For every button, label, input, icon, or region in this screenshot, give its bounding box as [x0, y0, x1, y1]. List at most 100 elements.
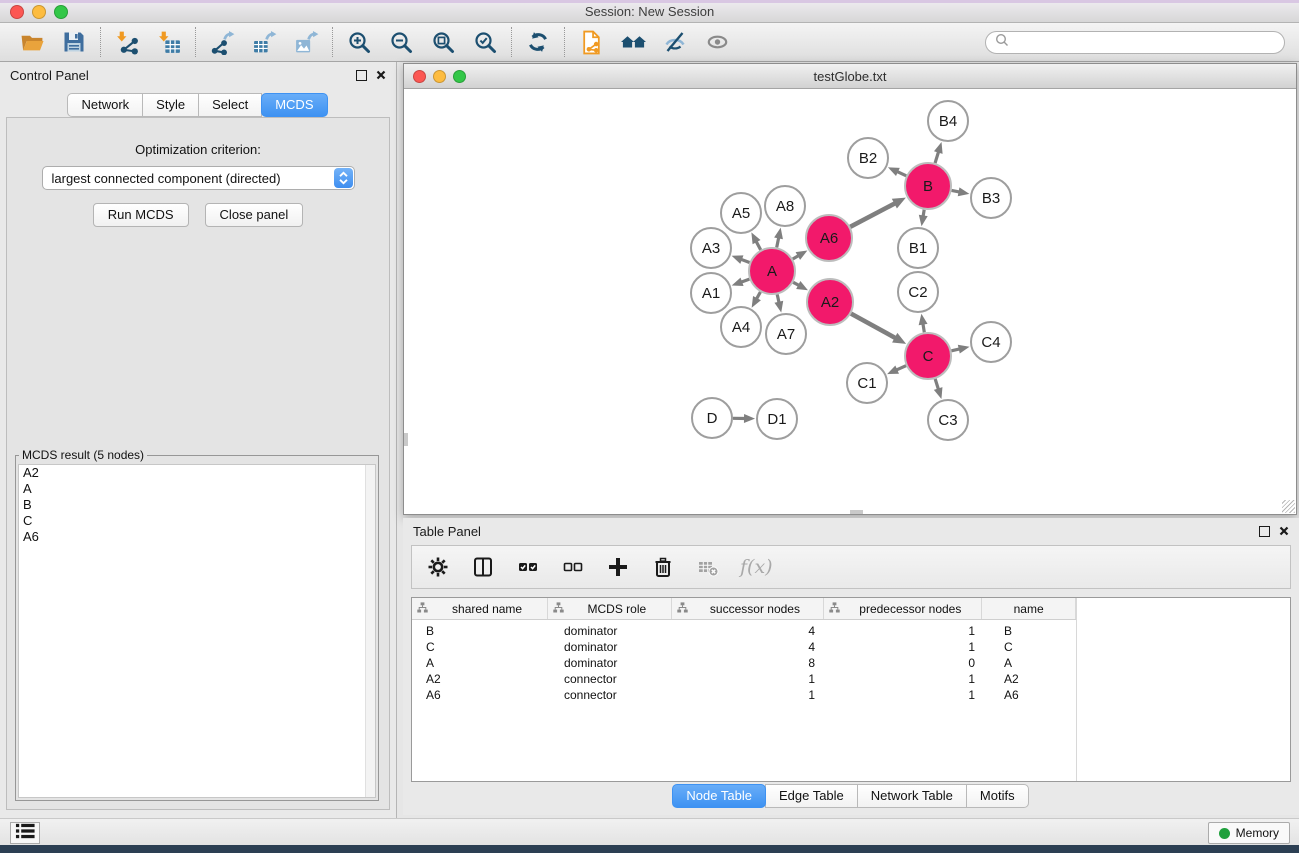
result-item[interactable]: A6: [19, 529, 375, 545]
horizontal-scrollbar[interactable]: [850, 510, 863, 514]
desktop-background: [0, 845, 1299, 853]
table-row[interactable]: A6connector11A6: [412, 687, 1290, 703]
search-box[interactable]: [985, 31, 1285, 54]
edge-arrow-A-A8: [774, 228, 783, 240]
save-session-icon[interactable]: [60, 28, 88, 56]
tab-style[interactable]: Style: [142, 93, 199, 117]
node-C1[interactable]: C1: [847, 363, 887, 403]
table-settings-icon[interactable]: [425, 554, 451, 580]
network-close-button[interactable]: [413, 70, 426, 83]
zoom-out-icon[interactable]: [387, 28, 415, 56]
export-network-icon[interactable]: [208, 28, 236, 56]
close-table-panel-icon[interactable]: [1279, 524, 1289, 539]
network-zoom-button[interactable]: [453, 70, 466, 83]
tab-node-table[interactable]: Node Table: [672, 784, 766, 808]
node-label: C4: [981, 334, 1000, 351]
column-header-MCDS-role[interactable]: MCDS role: [548, 598, 671, 619]
resize-grip[interactable]: [1282, 500, 1295, 513]
table-cell: dominator: [550, 656, 675, 670]
node-B4[interactable]: B4: [928, 101, 968, 141]
node-A4[interactable]: A4: [721, 307, 761, 347]
tree-icon: [829, 602, 840, 616]
node-B2[interactable]: B2: [848, 138, 888, 178]
search-input[interactable]: [1015, 34, 1275, 51]
close-panel-icon[interactable]: [376, 68, 386, 83]
import-network-icon[interactable]: [113, 28, 141, 56]
column-header-shared-name[interactable]: shared name: [412, 598, 548, 619]
node-A[interactable]: A: [749, 248, 795, 294]
tab-edge-table[interactable]: Edge Table: [765, 784, 858, 808]
result-item[interactable]: A2: [19, 465, 375, 481]
memory-button[interactable]: Memory: [1208, 822, 1290, 844]
node-C4[interactable]: C4: [971, 322, 1011, 362]
control-panel-header: Control Panel: [0, 62, 396, 88]
home-view-icon[interactable]: [619, 28, 647, 56]
new-network-from-selection-icon[interactable]: [577, 28, 605, 56]
select-all-columns-icon[interactable]: [515, 554, 541, 580]
node-A3[interactable]: A3: [691, 228, 731, 268]
node-A1[interactable]: A1: [691, 273, 731, 313]
close-panel-button[interactable]: Close panel: [205, 203, 304, 227]
zoom-fit-icon[interactable]: [429, 28, 457, 56]
open-session-icon[interactable]: [18, 28, 46, 56]
edge-A2-C[interactable]: [851, 314, 896, 339]
control-panel-title: Control Panel: [10, 68, 89, 83]
float-panel-icon[interactable]: [356, 70, 367, 81]
column-header-predecessor-nodes[interactable]: predecessor nodes: [824, 598, 982, 619]
column-header-name[interactable]: name: [982, 598, 1076, 619]
column-header-successor-nodes[interactable]: successor nodes: [672, 598, 825, 619]
node-D1[interactable]: D1: [757, 399, 797, 439]
optimization-criterion-select[interactable]: largest connected component (directed): [42, 166, 355, 190]
node-label: A4: [732, 319, 750, 336]
result-scrollbar[interactable]: [365, 465, 375, 797]
node-C3[interactable]: C3: [928, 400, 968, 440]
run-mcds-button[interactable]: Run MCDS: [93, 203, 189, 227]
mcds-result-title: MCDS result (5 nodes): [19, 448, 147, 462]
zoom-in-icon[interactable]: [345, 28, 373, 56]
node-D[interactable]: D: [692, 398, 732, 438]
tab-select[interactable]: Select: [198, 93, 262, 117]
node-B[interactable]: B: [905, 163, 951, 209]
table-row[interactable]: A2connector11A2: [412, 671, 1290, 687]
node-A7[interactable]: A7: [766, 314, 806, 354]
column-label: shared name: [432, 602, 542, 616]
float-table-panel-icon[interactable]: [1259, 526, 1270, 537]
tab-network-table[interactable]: Network Table: [857, 784, 967, 808]
unselect-all-columns-icon[interactable]: [560, 554, 586, 580]
export-table-icon[interactable]: [250, 28, 278, 56]
task-history-button[interactable]: [10, 822, 40, 844]
birds-eye-view-icon[interactable]: [703, 28, 731, 56]
export-image-icon[interactable]: [292, 28, 320, 56]
result-item[interactable]: A: [19, 481, 375, 497]
hide-graphics-details-icon[interactable]: [661, 28, 689, 56]
optimization-criterion-value: largest connected component (directed): [52, 171, 281, 186]
vertical-scrollbar[interactable]: [404, 433, 408, 446]
network-minimize-button[interactable]: [433, 70, 446, 83]
node-A2[interactable]: A2: [807, 279, 853, 325]
main-toolbar: [0, 23, 1299, 62]
zoom-selected-icon[interactable]: [471, 28, 499, 56]
table-row[interactable]: Cdominator41C: [412, 639, 1290, 655]
tab-motifs[interactable]: Motifs: [966, 784, 1029, 808]
tab-mcds[interactable]: MCDS: [261, 93, 327, 117]
tab-network[interactable]: Network: [67, 93, 143, 117]
add-column-icon[interactable]: [605, 554, 631, 580]
split-panel-icon[interactable]: [470, 554, 496, 580]
table-row[interactable]: Adominator80A: [412, 655, 1290, 671]
node-A6[interactable]: A6: [806, 215, 852, 261]
table-row[interactable]: Bdominator41B: [412, 623, 1290, 639]
refresh-network-icon[interactable]: [524, 28, 552, 56]
edge-A6-B[interactable]: [850, 203, 896, 227]
network-canvas[interactable]: B4 B2 B B3 A5A8A6 A3 B1 A A1 A2 C2 A4 A7 C4 C C1 C3 D D1: [404, 89, 1296, 514]
node-C[interactable]: C: [905, 333, 951, 379]
node-A8[interactable]: A8: [765, 186, 805, 226]
result-item[interactable]: C: [19, 513, 375, 529]
node-B3[interactable]: B3: [971, 178, 1011, 218]
mcds-result-list[interactable]: A2ABCA6: [18, 464, 376, 798]
node-C2[interactable]: C2: [898, 272, 938, 312]
result-item[interactable]: B: [19, 497, 375, 513]
node-A5[interactable]: A5: [721, 193, 761, 233]
node-B1[interactable]: B1: [898, 228, 938, 268]
import-table-icon[interactable]: [155, 28, 183, 56]
delete-column-icon[interactable]: [650, 554, 676, 580]
